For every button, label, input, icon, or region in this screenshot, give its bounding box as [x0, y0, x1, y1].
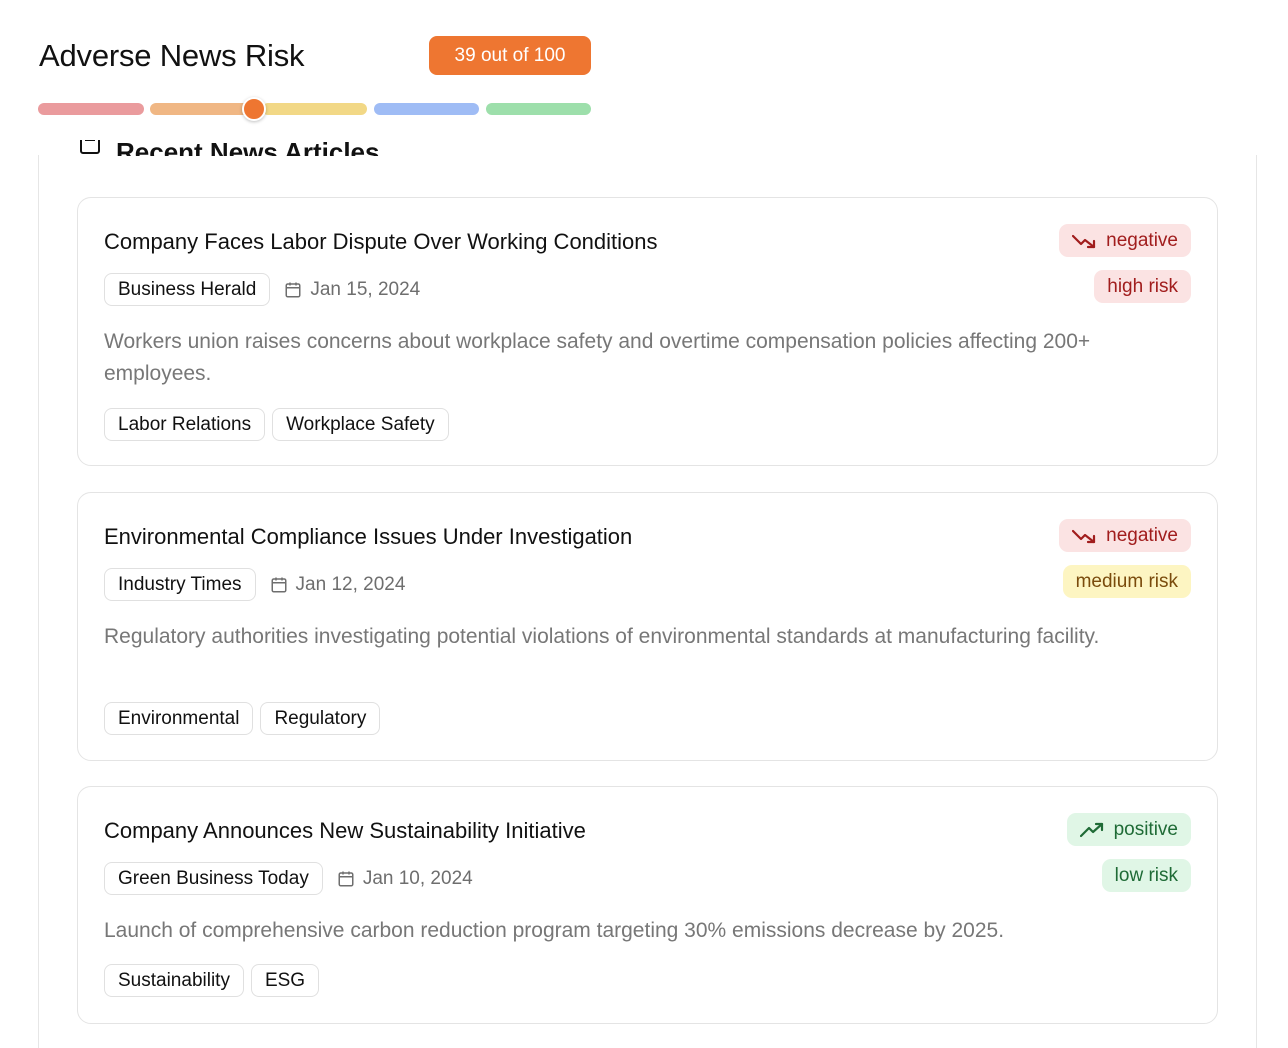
article-date: Jan 10, 2024: [337, 868, 473, 890]
tag: Environmental: [104, 702, 254, 735]
article-description: Launch of comprehensive carbon reduction…: [104, 919, 1005, 942]
source-chip: Green Business Today: [104, 862, 323, 895]
article-date: Jan 12, 2024: [270, 573, 406, 596]
risk-scale-segment-1: [38, 103, 144, 115]
risk-badge: low risk: [1101, 859, 1191, 892]
sentiment-badge: negative: [1059, 224, 1191, 257]
risk-scale-segment-5: [486, 103, 591, 115]
sentiment-badge: positive: [1066, 813, 1191, 846]
date-text: Jan 15, 2024: [310, 278, 421, 300]
risk-scale-segment-4: [374, 103, 479, 115]
article-description: Regulatory authorities investigating pot…: [104, 625, 1100, 648]
article-description: Workers union raises concerns about work…: [104, 330, 1091, 385]
article-date: Jan 15, 2024: [284, 279, 420, 301]
risk-badge: high risk: [1094, 270, 1191, 303]
sentiment-label: positive: [1113, 818, 1178, 840]
sentiment-label: negative: [1106, 229, 1178, 251]
article-meta: Green Business Today Jan 10, 2024: [104, 862, 473, 895]
risk-scale-segment-3: [262, 103, 367, 115]
article-meta: Business Herald Jan 15, 2024: [104, 273, 420, 306]
tag: Labor Relations: [104, 408, 266, 441]
risk-badge: medium risk: [1062, 565, 1191, 598]
news-card[interactable]: Environmental Compliance Issues Under In…: [77, 492, 1218, 761]
tag: Sustainability: [104, 964, 244, 997]
sentiment-label: negative: [1106, 524, 1178, 546]
article-title[interactable]: Environmental Compliance Issues Under In…: [104, 524, 632, 550]
tag-list: Labor Relations Workplace Safety: [104, 408, 449, 441]
source-chip: Industry Times: [104, 568, 256, 601]
source-chip: Business Herald: [104, 273, 271, 306]
date-text: Jan 10, 2024: [362, 867, 473, 889]
risk-scale: [38, 97, 591, 121]
risk-scale-segment-2: [150, 103, 255, 115]
calendar-icon: [271, 577, 287, 592]
tag: Workplace Safety: [272, 408, 449, 441]
risk-scale-marker: [241, 97, 266, 121]
tag-list: Sustainability ESG: [104, 964, 320, 997]
news-card[interactable]: Company Faces Labor Dispute Over Working…: [77, 197, 1218, 466]
tag: ESG: [250, 964, 320, 997]
trending-up-icon: [1079, 822, 1103, 837]
page-title: Adverse News Risk: [39, 38, 305, 73]
tag-list: Environmental Regulatory: [104, 702, 381, 735]
calendar-icon: [338, 871, 354, 886]
tag: Regulatory: [260, 702, 381, 735]
sentiment-badge: negative: [1059, 519, 1191, 552]
news-card[interactable]: Company Announces New Sustainability Ini…: [77, 786, 1218, 1024]
article-title[interactable]: Company Announces New Sustainability Ini…: [104, 818, 586, 844]
calendar-icon: [285, 282, 301, 297]
article-meta: Industry Times Jan 12, 2024: [104, 568, 405, 601]
score-badge: 39 out of 100: [429, 36, 591, 75]
trending-down-icon: [1072, 529, 1096, 543]
date-text: Jan 12, 2024: [295, 573, 406, 595]
trending-down-icon: [1072, 234, 1096, 248]
article-title[interactable]: Company Faces Labor Dispute Over Working…: [104, 229, 658, 255]
